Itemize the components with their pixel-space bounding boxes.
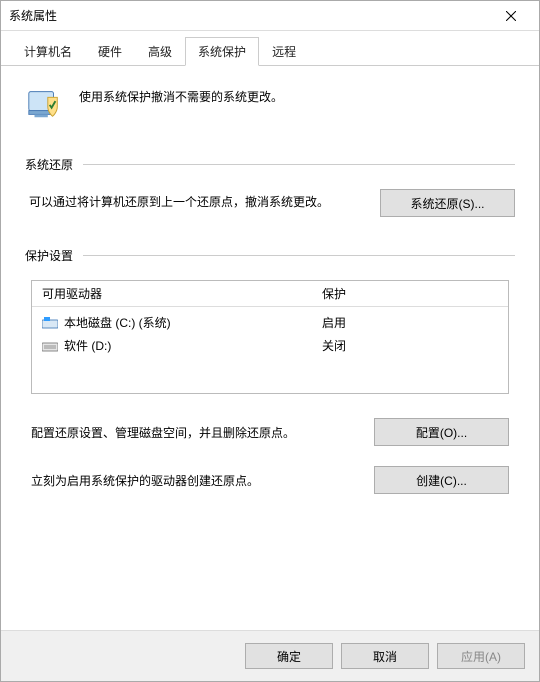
configure-row: 配置还原设置、管理磁盘空间，并且删除还原点。 配置(O)...	[25, 418, 515, 446]
configure-button[interactable]: 配置(O)...	[374, 418, 509, 446]
ok-button[interactable]: 确定	[245, 643, 333, 669]
system-restore-desc: 可以通过将计算机还原到上一个还原点，撤消系统更改。	[25, 193, 360, 212]
disk-icon	[42, 317, 58, 329]
close-icon	[506, 11, 516, 21]
tabstrip: 计算机名 硬件 高级 系统保护 远程	[1, 31, 539, 66]
table-row[interactable]: 本地磁盘 (C:) (系统) 启用	[32, 311, 508, 334]
titlebar: 系统属性	[1, 1, 539, 31]
protection-settings-title: 保护设置	[25, 247, 73, 264]
system-protection-icon	[25, 84, 63, 122]
table-row[interactable]: 软件 (D:) 关闭	[32, 334, 508, 357]
drive-protection: 启用	[322, 314, 498, 331]
column-protection: 保护	[322, 285, 498, 302]
cancel-button[interactable]: 取消	[341, 643, 429, 669]
window-title: 系统属性	[9, 7, 491, 24]
apply-button[interactable]: 应用(A)	[437, 643, 525, 669]
divider	[83, 164, 515, 165]
tab-remote[interactable]: 远程	[259, 37, 309, 65]
drive-table: 可用驱动器 保护 本地磁盘 (C:) (系统) 启用	[31, 280, 509, 394]
close-button[interactable]	[491, 2, 531, 30]
drive-protection: 关闭	[322, 337, 498, 354]
section-protection-settings: 保护设置 可用驱动器 保护 本地磁盘 (C:) (系统	[25, 247, 515, 494]
system-restore-button[interactable]: 系统还原(S)...	[380, 189, 515, 217]
system-restore-title: 系统还原	[25, 156, 73, 173]
tab-content: 使用系统保护撤消不需要的系统更改。 系统还原 可以通过将计算机还原到上一个还原点…	[1, 66, 539, 630]
drive-name: 软件 (D:)	[64, 337, 111, 354]
drive-table-header: 可用驱动器 保护	[32, 281, 508, 307]
dialog-footer: 确定 取消 应用(A)	[1, 630, 539, 681]
divider	[83, 255, 515, 256]
create-row: 立刻为启用系统保护的驱动器创建还原点。 创建(C)...	[25, 466, 515, 494]
column-drive: 可用驱动器	[42, 285, 322, 302]
intro-row: 使用系统保护撤消不需要的系统更改。	[25, 84, 515, 122]
create-desc: 立刻为启用系统保护的驱动器创建还原点。	[31, 472, 354, 489]
configure-desc: 配置还原设置、管理磁盘空间，并且删除还原点。	[31, 424, 354, 441]
section-system-restore: 系统还原 可以通过将计算机还原到上一个还原点，撤消系统更改。 系统还原(S)..…	[25, 156, 515, 217]
intro-text: 使用系统保护撤消不需要的系统更改。	[79, 84, 283, 105]
tab-computer-name[interactable]: 计算机名	[11, 37, 85, 65]
disk-icon	[42, 340, 58, 352]
drive-name: 本地磁盘 (C:) (系统)	[64, 314, 171, 331]
tab-advanced[interactable]: 高级	[135, 37, 185, 65]
create-button[interactable]: 创建(C)...	[374, 466, 509, 494]
tab-hardware[interactable]: 硬件	[85, 37, 135, 65]
system-properties-window: 系统属性 计算机名 硬件 高级 系统保护 远程 使用系统保护撤消不需要的系统更改…	[0, 0, 540, 682]
tab-system-protection[interactable]: 系统保护	[185, 37, 259, 66]
drive-table-body: 本地磁盘 (C:) (系统) 启用 软件 (D:) 关闭	[32, 307, 508, 393]
